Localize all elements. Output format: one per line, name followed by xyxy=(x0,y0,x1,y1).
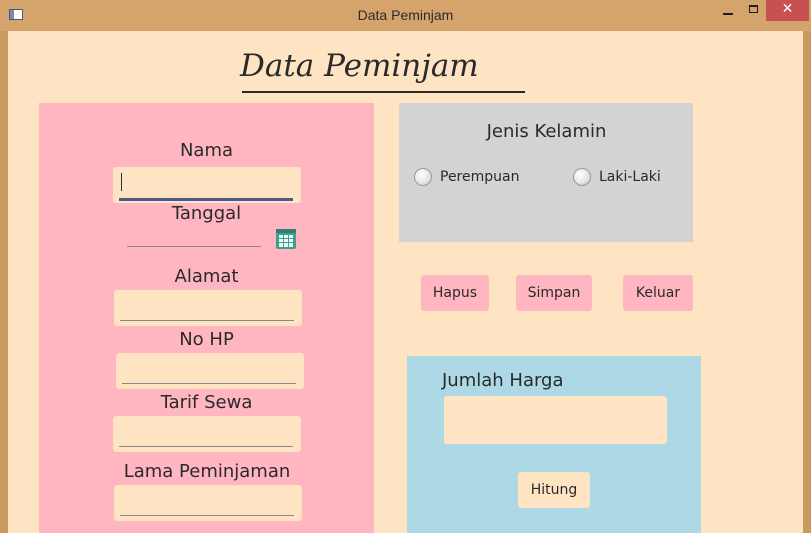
close-icon: ✕ xyxy=(781,1,794,17)
calendar-grid xyxy=(279,235,293,247)
form-window-body: Data Peminjam Nama Tanggal Alamat No HP … xyxy=(8,31,803,533)
field-underline xyxy=(120,515,294,516)
page-title: Data Peminjam xyxy=(240,48,479,84)
gender-panel: Jenis Kelamin Perempuan Laki-Laki xyxy=(399,103,693,242)
no-hp-field[interactable] xyxy=(116,353,304,389)
tanggal-field[interactable] xyxy=(127,246,261,247)
lama-peminjaman-field[interactable] xyxy=(114,485,302,521)
no-hp-label: No HP xyxy=(179,329,234,350)
total-panel: Jumlah Harga Hitung xyxy=(407,356,701,533)
minimize-icon xyxy=(723,13,733,15)
simpan-button[interactable]: Simpan xyxy=(516,275,592,311)
text-caret xyxy=(121,173,122,191)
tarif-sewa-field[interactable] xyxy=(113,416,301,452)
hapus-button[interactable]: Hapus xyxy=(421,275,489,311)
close-button[interactable]: ✕ xyxy=(766,0,809,21)
tarif-sewa-label: Tarif Sewa xyxy=(160,392,253,413)
window-title: Data Peminjam xyxy=(357,7,454,23)
alamat-field[interactable] xyxy=(114,290,302,326)
calendar-header xyxy=(276,229,296,233)
maximize-icon xyxy=(749,5,758,13)
gender-title: Jenis Kelamin xyxy=(486,121,607,142)
alamat-label: Alamat xyxy=(174,266,239,287)
radio-perempuan-label[interactable]: Perempuan xyxy=(440,169,519,185)
maximize-button[interactable] xyxy=(742,0,766,21)
nama-label: Nama xyxy=(179,140,234,161)
title-bar: Data Peminjam ✕ xyxy=(0,0,811,31)
title-underline xyxy=(242,91,525,93)
jumlah-harga-label: Jumlah Harga xyxy=(442,370,564,391)
radio-perempuan[interactable] xyxy=(414,168,432,186)
jumlah-harga-field[interactable] xyxy=(444,396,667,444)
lama-peminjaman-label: Lama Peminjaman xyxy=(123,461,291,482)
field-underline xyxy=(119,198,293,201)
nama-field[interactable] xyxy=(113,167,301,203)
borrower-form-panel: Nama Tanggal Alamat No HP Tarif Sewa Lam… xyxy=(39,103,374,533)
radio-laki-laki-label[interactable]: Laki-Laki xyxy=(599,169,661,185)
field-underline xyxy=(119,446,293,447)
radio-laki-laki[interactable] xyxy=(573,168,591,186)
calendar-icon[interactable] xyxy=(276,229,296,249)
minimize-button[interactable] xyxy=(715,0,742,21)
field-underline xyxy=(120,320,294,321)
hitung-button[interactable]: Hitung xyxy=(518,472,590,508)
field-underline xyxy=(122,383,296,384)
tanggal-label: Tanggal xyxy=(171,203,242,224)
keluar-button[interactable]: Keluar xyxy=(623,275,693,311)
